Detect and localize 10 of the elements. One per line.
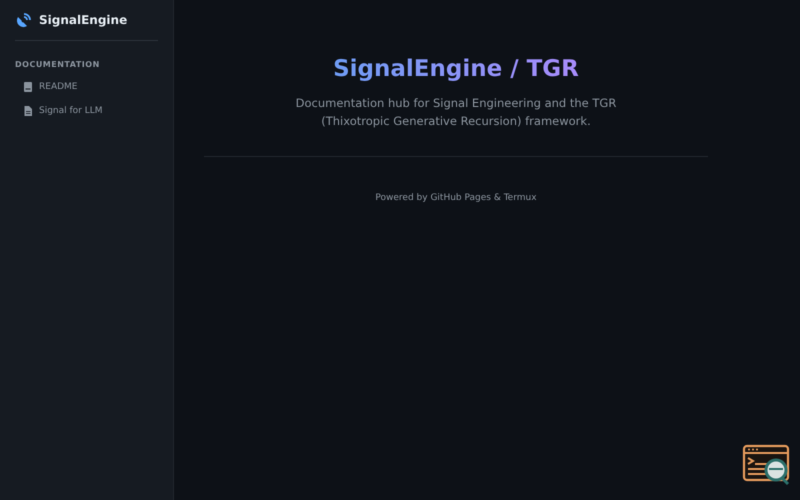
book-icon [23, 81, 33, 93]
nav-link[interactable]: README [15, 75, 158, 99]
terminal-search-icon[interactable] [742, 444, 792, 486]
section-heading: DOCUMENTATION [15, 60, 101, 69]
nav-link[interactable]: Signal for LLM [15, 99, 158, 123]
footer-text: Powered by GitHub Pages & Termux [375, 193, 537, 203]
file-icon [23, 105, 33, 117]
brand-name[interactable]: SignalEngine [39, 13, 128, 27]
satellite-dish-icon [15, 11, 33, 29]
page-description: Documentation hub for Signal Engineering and the TGR (Thixotropic Generative Recursion) framework. [294, 95, 618, 130]
